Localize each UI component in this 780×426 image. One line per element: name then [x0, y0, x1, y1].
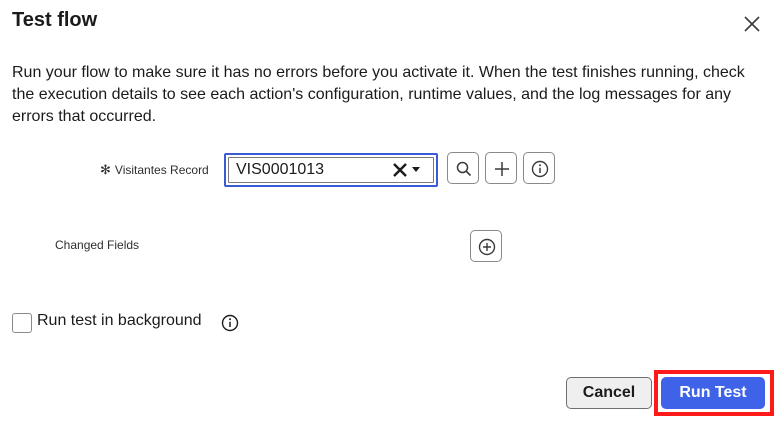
clear-icon[interactable] — [392, 162, 408, 178]
lookup-search-button[interactable] — [447, 152, 479, 184]
add-circle-icon — [478, 238, 496, 256]
search-icon — [456, 161, 472, 177]
close-icon[interactable] — [740, 12, 764, 36]
info-icon — [531, 160, 549, 178]
add-changed-field-button[interactable] — [470, 230, 502, 262]
add-record-button[interactable] — [485, 152, 517, 184]
plus-icon — [495, 162, 509, 176]
changed-fields-label: Changed Fields — [55, 238, 140, 252]
required-icon: ✻ — [100, 162, 111, 177]
record-reference-input[interactable]: VIS0001013 — [224, 153, 438, 187]
run-in-background-checkbox[interactable] — [12, 313, 32, 333]
run-test-button[interactable]: Run Test — [661, 377, 765, 409]
background-info-icon[interactable] — [221, 314, 239, 332]
record-field-label: ✻ Visitantes Record — [100, 162, 209, 178]
dropdown-caret-icon[interactable] — [412, 167, 420, 172]
record-reference-value[interactable]: VIS0001013 — [236, 161, 324, 179]
record-field-label-text: Visitantes Record — [114, 163, 209, 177]
dialog-description: Run your flow to make sure it has no err… — [12, 64, 745, 125]
run-in-background-label[interactable]: Run test in background — [37, 312, 202, 330]
dialog-title: Test flow — [12, 9, 98, 31]
record-info-button[interactable] — [523, 152, 555, 184]
cancel-button[interactable]: Cancel — [566, 377, 652, 409]
close-button[interactable] — [740, 12, 764, 36]
